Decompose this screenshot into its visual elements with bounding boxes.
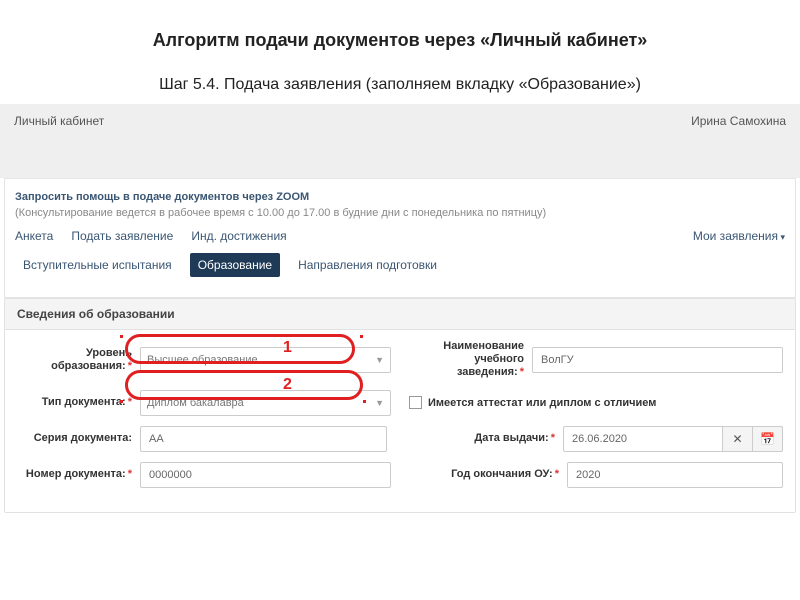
education-section-header: Сведения об образовании [5,299,795,330]
tab-apply[interactable]: Подать заявление [71,229,173,243]
main-panel: Запросить помощь в подаче документов чер… [4,178,796,298]
chevron-down-icon: ▼ [375,355,384,365]
zoom-help-link[interactable]: Запросить помощь в подаче документов чер… [15,191,785,203]
top-bar: Личный кабинет Ирина Самохина [0,104,800,138]
label-issue-date: Дата выдачи:* [405,432,555,445]
input-series[interactable] [140,426,387,452]
input-issue-date[interactable] [563,426,723,452]
slide-subtitle: Шаг 5.4. Подача заявления (заполняем вкл… [0,76,800,94]
label-doctype: Тип документа:* [17,396,132,409]
clear-date-button[interactable]: ✕ [723,426,753,452]
slide-title: Алгоритм подачи документов через «Личный… [0,30,800,51]
calendar-icon: 📅 [760,432,775,446]
tab-achievements[interactable]: Инд. достижения [191,229,286,243]
secondary-tabs: Вступительные испытания Образование Напр… [15,253,785,277]
education-section: Сведения об образовании Уровень образова… [4,298,796,513]
label-school: Наименование учебного заведения:* [409,340,524,380]
label-series: Серия документа: [17,432,132,445]
app-name[interactable]: Личный кабинет [14,114,104,128]
input-number[interactable] [140,462,391,488]
tab-my-applications[interactable]: Мои заявления [693,229,785,243]
checkbox-honors[interactable] [409,396,422,409]
tab-anketa[interactable]: Анкета [15,229,53,243]
spacer [0,138,800,178]
chevron-down-icon: ▼ [375,398,384,408]
label-grad-year: Год окончания ОУ:* [409,468,559,481]
education-form: Уровень образования:* Высшее образование… [5,330,795,512]
input-grad-year[interactable] [567,462,783,488]
tab-exams[interactable]: Вступительные испытания [15,253,180,277]
zoom-help-note: (Консультирование ведется в рабочее врем… [15,207,785,219]
input-school-name[interactable] [532,347,783,373]
label-number: Номер документа:* [17,468,132,481]
label-honors: Имеется аттестат или диплом с отличием [428,397,656,409]
tab-education[interactable]: Образование [190,253,280,277]
close-icon: ✕ [732,432,742,446]
primary-tabs: Анкета Подать заявление Инд. достижения … [15,229,785,243]
tab-directions[interactable]: Направления подготовки [290,253,445,277]
select-education-level[interactable]: Высшее образование▼ [140,347,391,373]
user-name[interactable]: Ирина Самохина [691,114,786,128]
calendar-button[interactable]: 📅 [753,426,783,452]
label-level: Уровень образования:* [17,347,132,373]
select-document-type[interactable]: Диплом бакалавра▼ [140,390,391,416]
